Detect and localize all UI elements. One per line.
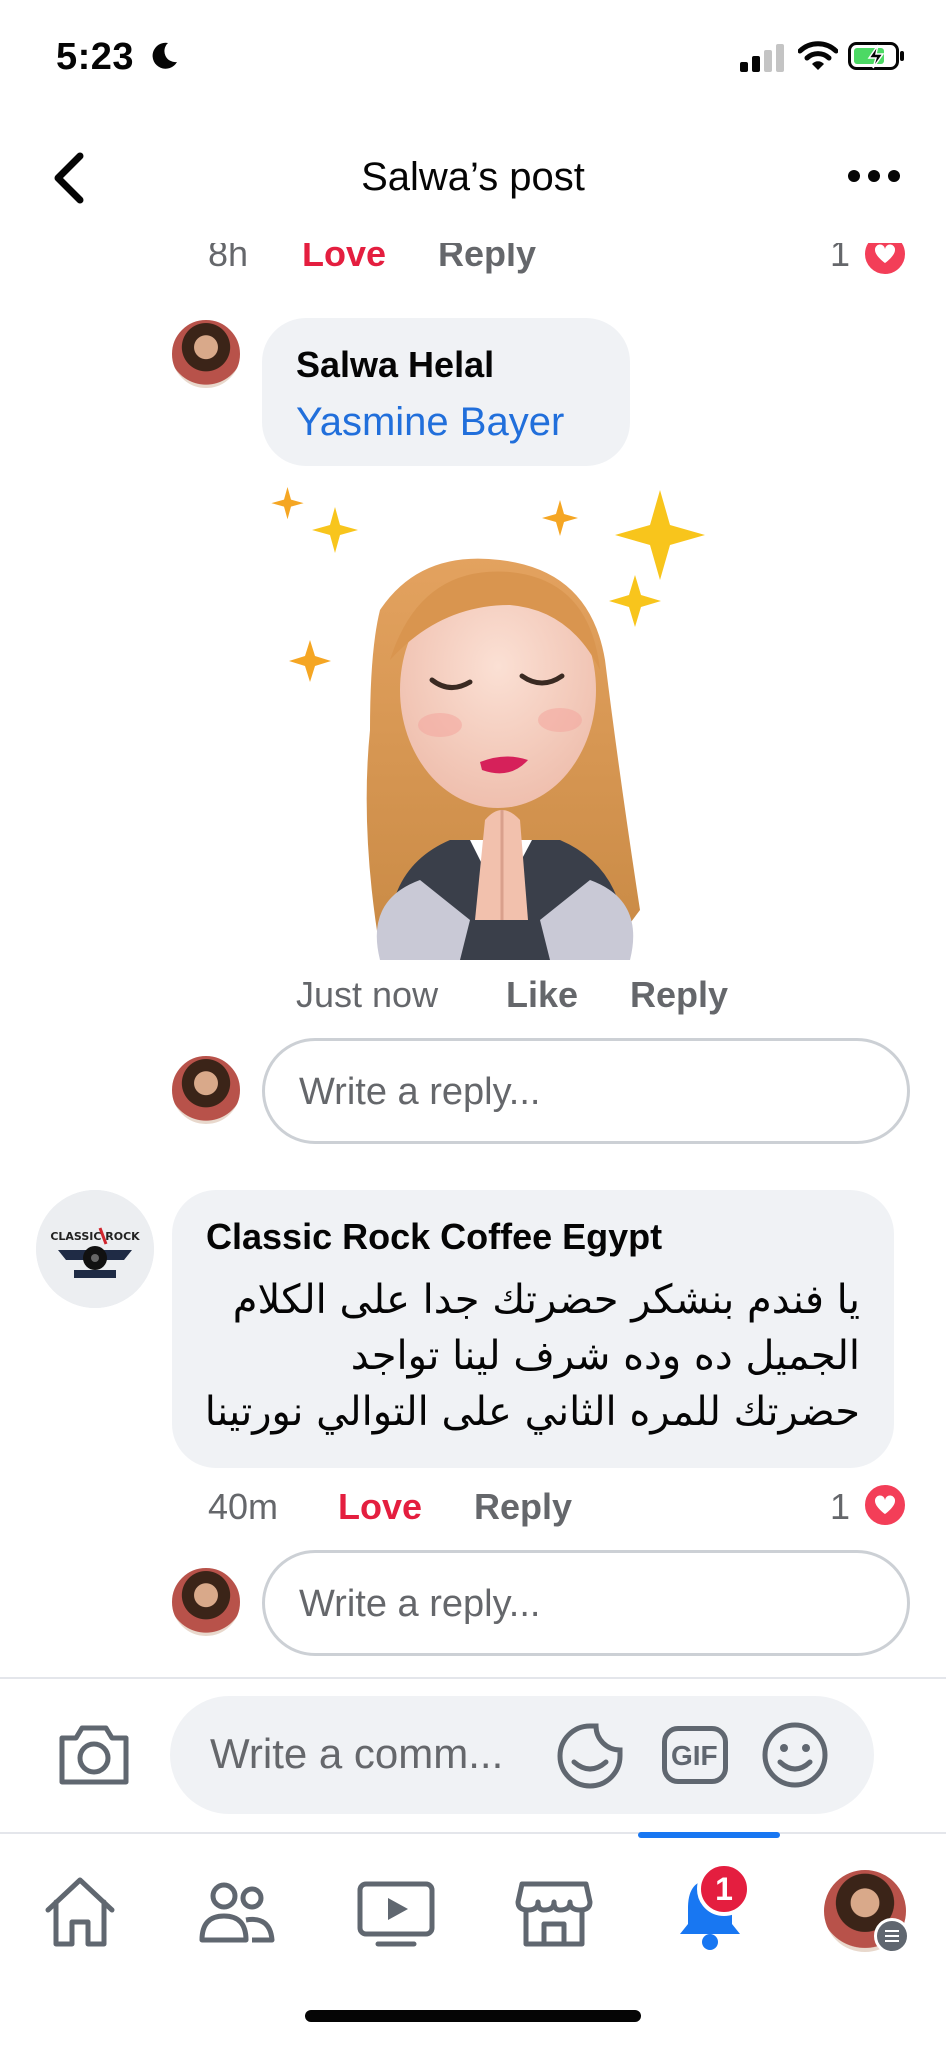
page-avatar[interactable]: CLASSIC ROCK bbox=[36, 1190, 154, 1308]
comment-input-placeholder: Write a comm... bbox=[210, 1730, 504, 1777]
reply-bubble: Salwa Helal Yasmine Bayer bbox=[262, 318, 630, 466]
reply-input[interactable]: Write a reply... bbox=[262, 1550, 910, 1656]
reaction-count[interactable]: 1 bbox=[830, 243, 850, 275]
gif-icon[interactable]: GIF bbox=[662, 1726, 728, 1784]
heart-icon bbox=[862, 1482, 908, 1528]
previous-comment-meta: 8h Love Reply 1 bbox=[0, 243, 946, 283]
avatar[interactable] bbox=[170, 318, 242, 390]
reply-author[interactable]: Salwa Helal bbox=[296, 344, 494, 386]
heart-icon bbox=[862, 243, 908, 277]
sticker-icon[interactable] bbox=[556, 1722, 624, 1790]
comment-line: يا فندم بنشكر حضرتك جدا على الكلام bbox=[232, 1277, 860, 1323]
status-time: 5:23 bbox=[56, 36, 135, 78]
moon-icon bbox=[152, 42, 177, 69]
reply-button[interactable]: Reply bbox=[438, 243, 536, 275]
reply-input-placeholder: Write a reply... bbox=[299, 1583, 541, 1625]
comment-time: 8h bbox=[208, 243, 249, 274]
page-title: Salwa’s post bbox=[361, 155, 585, 199]
divider bbox=[0, 1832, 946, 1834]
comment-input[interactable]: Write a comm... GIF bbox=[170, 1696, 874, 1814]
love-button[interactable]: Love bbox=[302, 243, 386, 275]
svg-text:CLASSIC ROCK: CLASSIC ROCK bbox=[50, 1230, 140, 1243]
comment-line: الجميل ده وده شرف لينا تواجد bbox=[350, 1333, 860, 1379]
reply-button[interactable]: Reply bbox=[474, 1486, 572, 1528]
like-button[interactable]: Like bbox=[506, 974, 578, 1016]
love-button[interactable]: Love bbox=[338, 1486, 422, 1528]
comment-author[interactable]: Classic Rock Coffee Egypt bbox=[206, 1216, 662, 1258]
menu-icon[interactable] bbox=[874, 1918, 910, 1954]
friends-icon[interactable] bbox=[194, 1870, 278, 1954]
notification-badge: 1 bbox=[697, 1862, 751, 1916]
active-tab-indicator bbox=[638, 1832, 780, 1838]
avatar bbox=[170, 1566, 242, 1638]
divider bbox=[0, 1677, 946, 1679]
reaction-count[interactable]: 1 bbox=[830, 1486, 850, 1528]
avatar bbox=[170, 1054, 242, 1126]
comment-text: يا فندم بنشكر حضرتك جدا على الكلام الجمي… bbox=[200, 1272, 860, 1440]
battery-icon bbox=[848, 42, 904, 70]
signal-icon bbox=[740, 44, 784, 72]
camera-icon[interactable] bbox=[56, 1718, 132, 1790]
reply-button[interactable]: Reply bbox=[630, 974, 728, 1016]
watch-icon[interactable] bbox=[354, 1870, 438, 1954]
reply-input-placeholder: Write a reply... bbox=[299, 1071, 541, 1113]
tagged-user[interactable]: Yasmine Bayer bbox=[296, 400, 564, 445]
home-icon[interactable] bbox=[38, 1870, 122, 1954]
emoji-icon[interactable] bbox=[760, 1720, 830, 1790]
classic-rock-logo: CLASSIC ROCK bbox=[36, 1190, 154, 1308]
wifi-icon bbox=[798, 41, 838, 70]
reply-input[interactable]: Write a reply... bbox=[262, 1038, 910, 1144]
marketplace-icon[interactable] bbox=[512, 1870, 596, 1954]
comment-line: حضرتك للمره الثاني على التوالي نورتينا bbox=[204, 1389, 860, 1435]
reply-time: Just now bbox=[296, 974, 439, 1015]
comment-bubble: Classic Rock Coffee Egypt يا فندم بنشكر … bbox=[172, 1190, 894, 1468]
more-icon[interactable] bbox=[846, 162, 902, 190]
avatar-sticker bbox=[271, 487, 705, 960]
home-indicator bbox=[305, 2010, 641, 2022]
comment-time: 40m bbox=[208, 1486, 279, 1527]
gif-label: GIF bbox=[671, 1740, 718, 1771]
